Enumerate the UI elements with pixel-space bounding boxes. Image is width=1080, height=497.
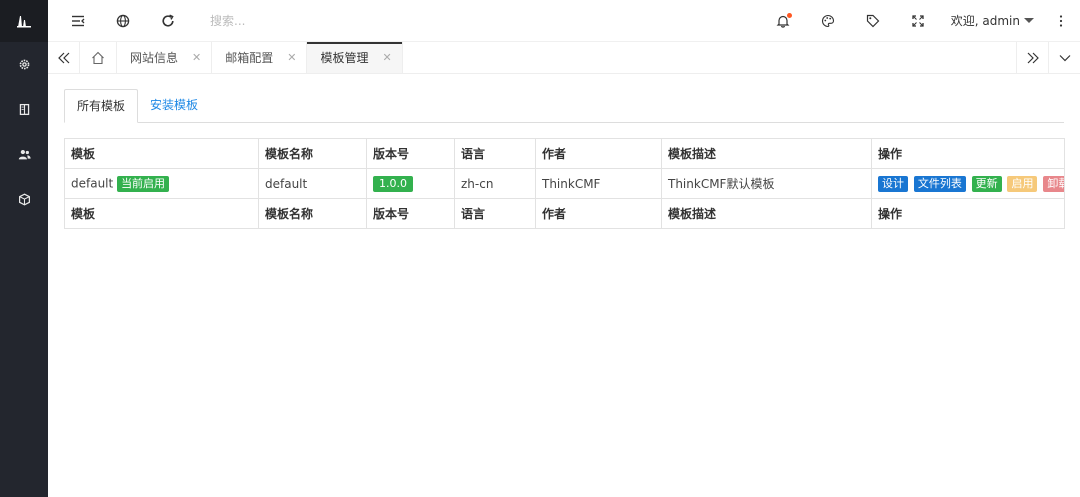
tabs-scroll-right-button[interactable] [1016,42,1048,73]
tab-label: 邮箱配置 [225,51,274,65]
col-actions: 操作 [871,198,1065,229]
table-header-row: 模板 模板名称 版本号 语言 作者 模板描述 操作 [64,138,1065,169]
chevron-down-icon [1059,54,1070,61]
cell-version: 1.0.0 [366,168,455,199]
notification-dot [786,12,792,18]
menu-indent-icon [71,15,84,26]
cell-language: zh-cn [454,168,536,199]
more-vertical-icon [1059,14,1063,27]
table-footer-row: 模板 模板名称 版本号 语言 作者 模板描述 操作 [64,198,1065,229]
double-chevron-right-icon [1027,52,1039,63]
templates-table: 模板 模板名称 版本号 语言 作者 模板描述 操作 default 当前启用 d… [64,138,1065,229]
col-template-name: 模板名称 [258,198,367,229]
col-author: 作者 [535,198,662,229]
tabs-scroll-left-button[interactable] [48,42,80,73]
sidebar-item-users[interactable] [0,132,48,177]
table-row: default 当前启用 default 1.0.0 zh-cn ThinkCM… [64,168,1065,199]
tag-icon [867,14,880,27]
palette-icon [822,14,835,27]
book-icon [19,103,29,116]
gear-icon [19,59,29,70]
tags-button[interactable] [851,0,896,42]
user-menu[interactable]: 欢迎, admin [941,0,1042,42]
col-actions: 操作 [871,138,1065,169]
search-input[interactable] [210,13,410,28]
top-header: 欢迎, admin [48,0,1080,42]
close-icon[interactable]: ✕ [192,51,201,64]
more-button[interactable] [1042,0,1080,42]
col-language: 语言 [454,138,536,169]
fullscreen-button[interactable] [896,0,941,42]
main-content: 所有模板 安装模板 模板 模板名称 版本号 语言 作者 模板描述 操作 defa… [64,89,1065,229]
update-button[interactable]: 更新 [971,175,1002,192]
sidebar [0,0,48,497]
design-button[interactable]: 设计 [878,175,908,192]
menu-toggle-button[interactable] [55,0,100,42]
tab-label: 网站信息 [130,51,179,65]
template-id: default [71,176,114,190]
logo-icon [17,16,31,28]
file-list-button[interactable]: 文件列表 [913,175,966,192]
tab-all-templates[interactable]: 所有模板 [64,89,139,123]
col-template-name: 模板名称 [258,138,367,169]
sidebar-item-extensions[interactable] [0,177,48,222]
col-description: 模板描述 [661,138,872,169]
sidebar-item-content[interactable] [0,87,48,132]
close-icon[interactable]: ✕ [287,51,296,64]
tab-site-info[interactable]: 网站信息 ✕ [117,42,213,73]
cell-template: default 当前启用 [64,168,259,199]
double-chevron-left-icon [57,52,69,63]
tabs-spacer [403,42,1016,73]
refresh-button[interactable] [145,0,190,42]
cell-description: ThinkCMF默认模板 [661,168,872,199]
close-icon[interactable]: ✕ [382,51,391,64]
caret-down-icon [1024,18,1034,23]
uninstall-button[interactable]: 卸载 [1043,175,1064,192]
col-template: 模板 [64,138,259,169]
user-greeting: 欢迎, admin [950,14,1020,28]
refresh-icon [161,14,174,27]
cube-icon [18,193,30,206]
cell-actions: 设计 文件列表 更新 启用 卸载 [871,168,1065,199]
tab-install-templates[interactable]: 安装模板 [138,89,210,122]
theme-button[interactable] [806,0,851,42]
cell-template-name: default [258,168,367,199]
website-button[interactable] [100,0,145,42]
col-language: 语言 [454,198,536,229]
col-version: 版本号 [366,198,455,229]
tab-mail-config[interactable]: 邮箱配置 ✕ [212,42,308,73]
tabs-menu-button[interactable] [1048,42,1080,73]
notifications-button[interactable] [761,0,806,42]
col-description: 模板描述 [661,198,872,229]
content-tabs: 所有模板 安装模板 [64,89,1064,123]
globe-icon [116,14,129,27]
cell-author: ThinkCMF [535,168,662,199]
users-icon [18,149,31,160]
col-version: 版本号 [366,138,455,169]
tab-label: 模板管理 [320,51,369,65]
home-tab[interactable] [80,42,117,73]
sidebar-item-settings[interactable] [0,42,48,87]
version-badge: 1.0.0 [373,175,413,192]
enable-button[interactable]: 启用 [1007,175,1038,192]
home-icon [92,51,104,64]
col-author: 作者 [535,138,662,169]
current-enabled-badge: 当前启用 [117,175,170,192]
col-template: 模板 [64,198,259,229]
page-tabs-bar: 网站信息 ✕ 邮箱配置 ✕ 模板管理 ✕ [48,42,1080,74]
fullscreen-icon [912,14,924,27]
logo[interactable] [0,0,48,42]
tab-template-manage[interactable]: 模板管理 ✕ [307,42,403,73]
